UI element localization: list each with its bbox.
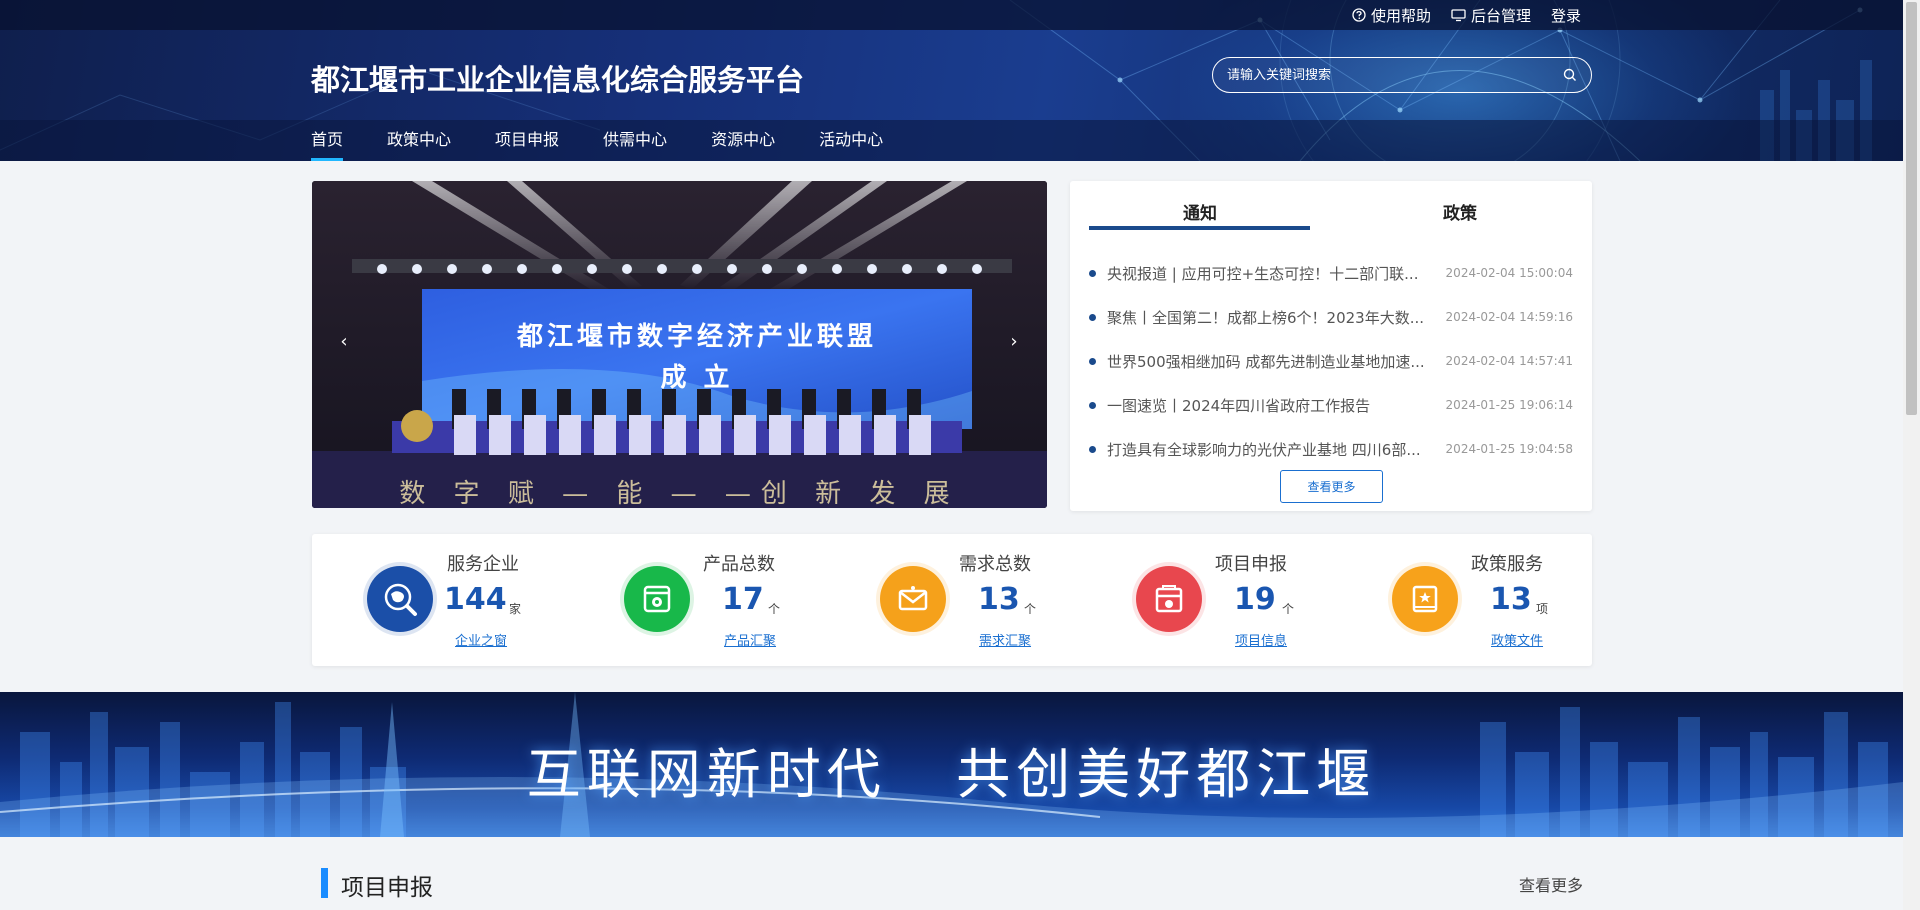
news-date: 2024-01-25 19:04:58 [1445, 442, 1573, 456]
bullet-icon [1089, 357, 1096, 365]
carousel-screen-title: 都江堰市数字经济产业联盟 成 立 [422, 316, 972, 394]
slogan-text: 互联网新时代 共创美好都江堰 [526, 743, 1377, 806]
news-title: 聚焦丨全国第二！成都上榜6个！2023年大数... [1107, 308, 1425, 327]
monitor-icon [1451, 9, 1466, 22]
stat-label: 政策服务 [1471, 554, 1543, 575]
notice-panel: 通知 政策 央视报道 | 应用可控+生态可控！十二部门联... 2024-02-… [1070, 181, 1592, 511]
news-title: 世界500强相继加码 成都先进制造业基地加速... [1107, 352, 1425, 371]
nav-item-supply-demand[interactable]: 供需中心 [603, 120, 667, 161]
carousel-screen-title-line1: 都江堰市数字经济产业联盟 [516, 322, 877, 352]
list-item[interactable]: 一图速览丨2024年四川省政府工作报告 2024-01-25 19:06:14 [1089, 383, 1573, 427]
product-box-icon [624, 566, 690, 632]
envelope-icon [880, 566, 946, 632]
project-folder-icon [1136, 566, 1202, 632]
nav-item-resource-center[interactable]: 资源中心 [711, 120, 775, 161]
news-date: 2024-02-04 15:00:04 [1445, 266, 1573, 280]
stat-link[interactable]: 政策文件 [1491, 630, 1543, 649]
news-date: 2024-02-04 14:59:16 [1445, 310, 1573, 324]
section-view-more-link[interactable]: 查看更多 [1519, 872, 1583, 896]
nav-item-activity-center[interactable]: 活动中心 [819, 120, 883, 161]
news-title: 一图速览丨2024年四川省政府工作报告 [1107, 396, 1371, 415]
list-item[interactable]: 央视报道 | 应用可控+生态可控！十二部门联... 2024-02-04 15:… [1089, 251, 1573, 295]
stat-unit: 项 [1536, 602, 1549, 616]
stat-label: 需求总数 [959, 554, 1031, 575]
stat-policy-services: 政策服务 13 项 政策文件 [1336, 534, 1556, 666]
stat-value: 19 [1234, 582, 1276, 617]
login-label: 登录 [1550, 6, 1581, 25]
tab-policy[interactable]: 政策 [1443, 199, 1477, 224]
list-item[interactable]: 世界500强相继加码 成都先进制造业基地加速... 2024-02-04 14:… [1089, 339, 1573, 383]
stat-link[interactable]: 企业之窗 [455, 630, 507, 649]
banner-carousel[interactable]: 都江堰市数字经济产业联盟 成 立 数 字 赋 — 能 — —创 新 发 展 ‹ … [312, 181, 1047, 508]
main-nav: 首页 政策中心 项目申报 供需中心 资源中心 活动中心 [0, 120, 1903, 161]
policy-book-icon [1392, 566, 1458, 632]
view-more-button[interactable]: 查看更多 [1280, 470, 1383, 503]
search-icon[interactable] [1563, 68, 1577, 82]
globe-search-icon [367, 566, 433, 632]
bullet-icon [1089, 313, 1096, 321]
stat-label: 项目申报 [1215, 554, 1287, 575]
page-scrollbar[interactable] [1903, 0, 1920, 910]
stat-products: 产品总数 17 个 产品汇聚 [568, 534, 788, 666]
stat-value: 144 [444, 582, 507, 617]
scrollbar-thumb[interactable] [1906, 2, 1917, 415]
carousel-prev-button[interactable]: ‹ [332, 331, 356, 352]
nav-item-policy-center[interactable]: 政策中心 [387, 120, 451, 161]
nav-item-project-application[interactable]: 项目申报 [495, 120, 559, 161]
stat-link[interactable]: 产品汇聚 [724, 630, 776, 649]
project-section-header: 项目申报 查看更多 [321, 866, 1583, 901]
list-item[interactable]: 打造具有全球影响力的光伏产业基地 四川6部... 2024-01-25 19:0… [1089, 427, 1573, 471]
stat-service-enterprises: 服务企业 144 家 企业之窗 [312, 534, 532, 666]
bullet-icon [1089, 401, 1096, 409]
stat-link[interactable]: 需求汇聚 [979, 630, 1031, 649]
help-link[interactable]: 使用帮助 [1352, 5, 1431, 26]
stat-value: 17 [722, 582, 764, 617]
search-input[interactable] [1227, 67, 1563, 83]
bullet-icon [1089, 269, 1096, 277]
stat-label: 服务企业 [447, 554, 519, 575]
admin-link[interactable]: 后台管理 [1451, 5, 1531, 26]
admin-label: 后台管理 [1470, 6, 1531, 25]
slogan-banner: 互联网新时代 共创美好都江堰 [0, 692, 1903, 837]
login-link[interactable]: 登录 [1551, 5, 1581, 26]
notice-tabs: 通知 政策 [1089, 181, 1573, 231]
nav-item-home[interactable]: 首页 [311, 120, 344, 161]
stat-projects: 项目申报 19 个 项目信息 [1080, 534, 1300, 666]
stat-unit: 个 [1282, 602, 1295, 616]
notice-list: 央视报道 | 应用可控+生态可控！十二部门联... 2024-02-04 15:… [1089, 251, 1573, 471]
stat-label: 产品总数 [703, 554, 775, 575]
site-header: 使用帮助 后台管理 登录 都江堰市工业企业信息化综合服务平台 首页 政策中心 [0, 0, 1903, 161]
tab-notice[interactable]: 通知 [1183, 199, 1217, 224]
news-title: 打造具有全球影响力的光伏产业基地 四川6部... [1107, 440, 1421, 459]
news-date: 2024-01-25 19:06:14 [1445, 398, 1573, 412]
list-item[interactable]: 聚焦丨全国第二！成都上榜6个！2023年大数... 2024-02-04 14:… [1089, 295, 1573, 339]
help-icon [1352, 8, 1366, 22]
news-title: 央视报道 | 应用可控+生态可控！十二部门联... [1107, 264, 1419, 283]
nav-items: 首页 政策中心 项目申报 供需中心 资源中心 活动中心 [311, 120, 927, 161]
active-tab-indicator [1089, 226, 1310, 230]
top-bar: 使用帮助 后台管理 登录 [0, 0, 1903, 30]
top-links: 使用帮助 后台管理 登录 [1352, 0, 1581, 30]
stat-value: 13 [978, 582, 1020, 617]
search-box [1212, 57, 1592, 93]
site-title: 都江堰市工业企业信息化综合服务平台 [311, 63, 805, 97]
stat-demands: 需求总数 13 个 需求汇聚 [824, 534, 1044, 666]
stat-link[interactable]: 项目信息 [1235, 630, 1287, 649]
section-title: 项目申报 [341, 875, 433, 901]
carousel-stage-caption: 数 字 赋 — 能 — —创 新 发 展 [399, 479, 960, 508]
stat-value: 13 [1490, 582, 1532, 617]
stat-unit: 个 [768, 602, 781, 616]
carousel-screen-title-line2: 成 立 [660, 363, 734, 393]
news-date: 2024-02-04 14:57:41 [1445, 354, 1573, 368]
carousel-next-button[interactable]: › [1002, 331, 1026, 352]
bullet-icon [1089, 445, 1096, 453]
stat-unit: 家 [509, 602, 522, 616]
stat-unit: 个 [1024, 602, 1037, 616]
stats-panel: 服务企业 144 家 企业之窗 产品总数 17 个 产品汇聚 需求总数 13 个… [312, 534, 1592, 666]
help-label: 使用帮助 [1370, 6, 1431, 25]
section-accent-bar [321, 868, 328, 898]
